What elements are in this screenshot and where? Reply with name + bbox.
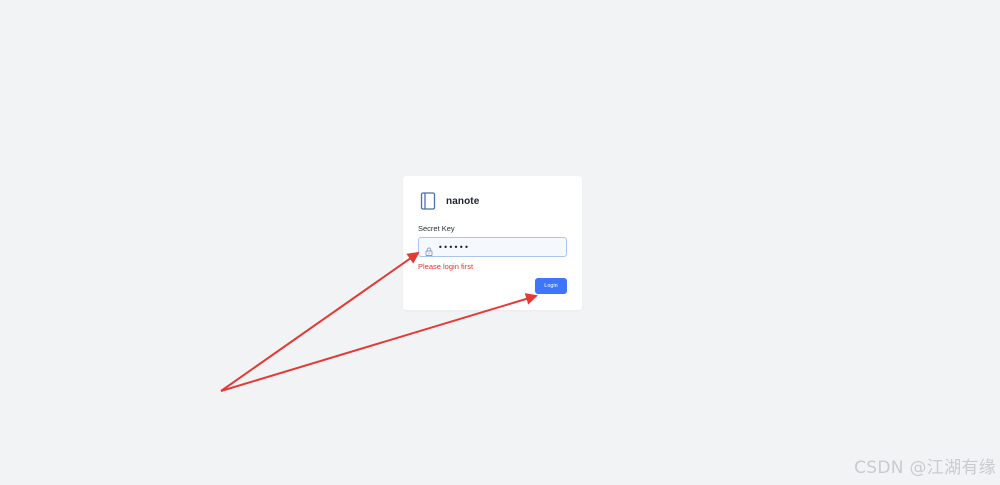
arrow-to-button (220, 293, 538, 392)
watermark: CSDN @江湖有缘 (854, 458, 996, 478)
lock-icon (425, 243, 433, 256)
login-card: nanote Secret Key Please login first Log… (403, 176, 582, 310)
secret-key-label: Secret Key (418, 224, 455, 233)
notebook-icon (420, 192, 436, 210)
brand: nanote (420, 192, 479, 210)
app-name: nanote (446, 195, 480, 207)
arrow-to-input (220, 251, 420, 392)
secret-key-input[interactable] (438, 239, 558, 255)
error-message: Please login first (418, 262, 474, 271)
login-page: nanote Secret Key Please login first Log… (0, 0, 1000, 485)
login-button[interactable]: Login (535, 278, 567, 294)
secret-key-field[interactable] (418, 237, 567, 257)
